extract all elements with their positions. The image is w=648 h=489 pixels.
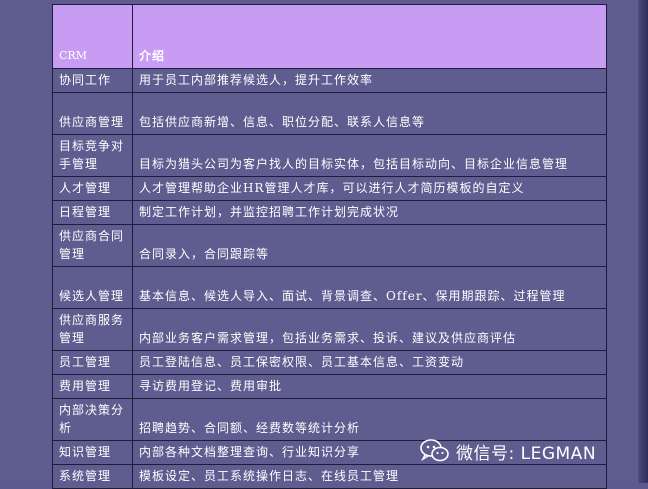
module-description: 用于员工内部推荐候选人，提升工作效率 [132, 68, 607, 93]
module-description: 基本信息、候选人导入、面试、背景调查、Offer、保用期跟踪、过程管理 [132, 266, 607, 309]
module-description: 包括供应商新增、信息、职位分配、联系人信息等 [132, 92, 607, 135]
module-name: 供应商合同管理 [52, 224, 133, 267]
table-row: 内部决策分析 招聘趋势、合同额、经费数等统计分析 [52, 398, 607, 441]
table-row: 目标竞争对手管理 目标为猎头公司为客户找人的目标实体，包括目标动向、目标企业信息… [52, 134, 607, 177]
table-row: 协同工作 用于员工内部推荐候选人，提升工作效率 [52, 68, 607, 93]
wechat-icon [420, 439, 449, 462]
module-name: 候选人管理 [52, 266, 133, 309]
table-row: 日程管理 制定工作计划，并监控招聘工作计划完成状况 [52, 200, 607, 225]
module-name: 内部决策分析 [52, 398, 133, 441]
module-description: 寻访费用登记、费用审批 [132, 374, 607, 399]
table-row: 供应商管理 包括供应商新增、信息、职位分配、联系人信息等 [52, 92, 607, 135]
module-description: 合同录入，合同跟踪等 [132, 224, 607, 267]
module-name: 系统管理 [52, 464, 133, 489]
module-name: 供应商管理 [52, 92, 133, 135]
watermark-text: 微信号: LEGMAN [456, 443, 597, 464]
header-crm: CRM [52, 4, 133, 69]
module-description: 制定工作计划，并监控招聘工作计划完成状况 [132, 200, 607, 225]
crm-feature-table: CRM 介绍 协同工作 用于员工内部推荐候选人，提升工作效率 供应商管理 包括供… [52, 4, 607, 489]
module-name: 费用管理 [52, 374, 133, 399]
module-name: 日程管理 [52, 200, 133, 225]
module-name: 知识管理 [52, 440, 133, 465]
table-row: 系统管理 模板设定、员工系统操作日志、在线员工管理 [52, 464, 607, 489]
module-name: 目标竞争对手管理 [52, 134, 133, 177]
module-description: 目标为猎头公司为客户找人的目标实体，包括目标动向、目标企业信息管理 [132, 134, 607, 177]
table-header-row: CRM 介绍 [52, 4, 607, 69]
module-description: 招聘趋势、合同额、经费数等统计分析 [132, 398, 607, 441]
wechat-watermark: 微信号: LEGMAN [420, 437, 596, 465]
header-description: 介绍 [132, 4, 607, 69]
table-row: 人才管理 人才管理帮助企业HR管理人才库，可以进行人才简历模板的自定义 [52, 176, 607, 201]
table-row: 费用管理 寻访费用登记、费用审批 [52, 374, 607, 399]
module-name: 协同工作 [52, 68, 133, 93]
table-row: 供应商服务管理 内部业务客户需求管理，包括业务需求、投诉、建议及供应商评估 [52, 308, 607, 351]
module-description: 人才管理帮助企业HR管理人才库，可以进行人才简历模板的自定义 [132, 176, 607, 201]
module-name: 人才管理 [52, 176, 133, 201]
table-row: 员工管理 员工登陆信息、员工保密权限、员工基本信息、工资变动 [52, 350, 607, 375]
module-name: 员工管理 [52, 350, 133, 375]
module-description: 模板设定、员工系统操作日志、在线员工管理 [132, 464, 607, 489]
module-description: 内部业务客户需求管理，包括业务需求、投诉、建议及供应商评估 [132, 308, 607, 351]
module-description: 员工登陆信息、员工保密权限、员工基本信息、工资变动 [132, 350, 607, 375]
module-name: 供应商服务管理 [52, 308, 133, 351]
table-row: 供应商合同管理 合同录入，合同跟踪等 [52, 224, 607, 267]
table-row: 候选人管理 基本信息、候选人导入、面试、背景调查、Offer、保用期跟踪、过程管… [52, 266, 607, 309]
slide-edge [638, 0, 648, 483]
